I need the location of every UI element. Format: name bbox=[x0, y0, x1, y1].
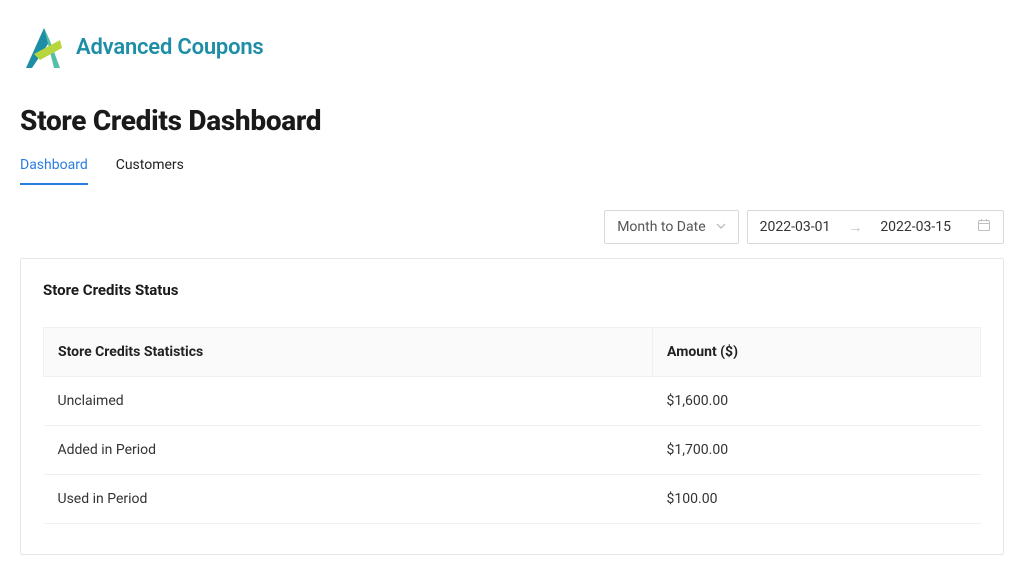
filter-row: Month to Date 2022-03-01 → 2022-03-15 bbox=[20, 210, 1004, 244]
header-amount: Amount ($) bbox=[653, 328, 981, 377]
date-from: 2022-03-01 bbox=[760, 219, 831, 235]
range-preset-select[interactable]: Month to Date bbox=[604, 210, 738, 244]
row-amount: $1,700.00 bbox=[653, 426, 981, 475]
stats-table: Store Credits Statistics Amount ($) Uncl… bbox=[43, 327, 981, 524]
tab-dashboard[interactable]: Dashboard bbox=[20, 151, 88, 185]
page-title: Store Credits Dashboard bbox=[20, 104, 1004, 137]
table-row: Used in Period $100.00 bbox=[44, 475, 981, 524]
brand-logo-row: Advanced Coupons bbox=[20, 24, 1004, 70]
range-preset-value: Month to Date bbox=[617, 219, 705, 235]
date-range-picker[interactable]: 2022-03-01 → 2022-03-15 bbox=[747, 210, 1004, 244]
header-statistics: Store Credits Statistics bbox=[44, 328, 653, 377]
brand-logo-icon bbox=[20, 24, 66, 70]
table-header-row: Store Credits Statistics Amount ($) bbox=[44, 328, 981, 377]
brand-name: Advanced Coupons bbox=[76, 35, 264, 60]
store-credits-status-card: Store Credits Status Store Credits Stati… bbox=[20, 258, 1004, 555]
table-row: Unclaimed $1,600.00 bbox=[44, 377, 981, 426]
row-label: Added in Period bbox=[44, 426, 653, 475]
row-amount: $1,600.00 bbox=[653, 377, 981, 426]
row-amount: $100.00 bbox=[653, 475, 981, 524]
row-label: Unclaimed bbox=[44, 377, 653, 426]
tabs-nav: Dashboard Customers bbox=[20, 151, 1004, 186]
tab-customers[interactable]: Customers bbox=[116, 151, 184, 185]
date-to: 2022-03-15 bbox=[880, 219, 951, 235]
row-label: Used in Period bbox=[44, 475, 653, 524]
calendar-icon bbox=[977, 218, 991, 236]
arrow-right-icon: → bbox=[848, 219, 862, 236]
chevron-down-icon bbox=[716, 219, 726, 235]
card-title: Store Credits Status bbox=[43, 281, 981, 299]
table-row: Added in Period $1,700.00 bbox=[44, 426, 981, 475]
